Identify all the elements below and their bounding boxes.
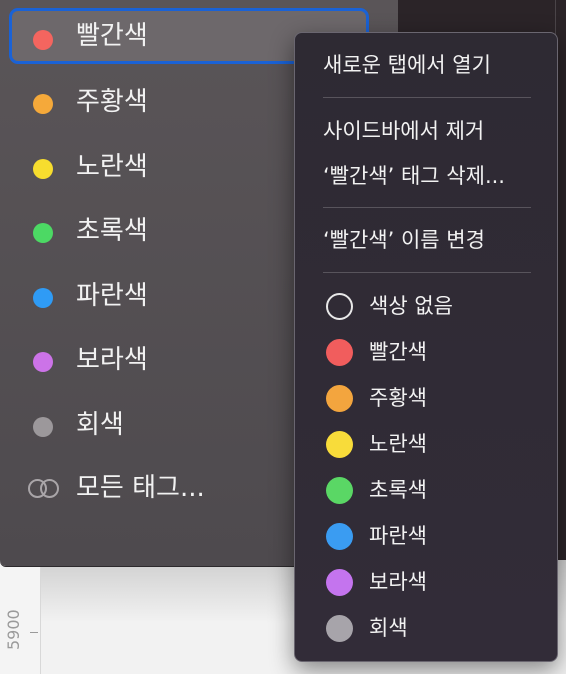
- gray-tag-dot-icon: [33, 417, 53, 437]
- menu-separator: [323, 97, 531, 98]
- menu-color-label: 회색: [369, 616, 408, 640]
- ruler-label: 5900: [4, 609, 23, 651]
- menu-item-remove-from-sidebar[interactable]: 사이드바에서 제거: [323, 117, 484, 145]
- blue-tag-dot-icon: [33, 288, 53, 308]
- menu-color-label: 빨간색: [369, 340, 427, 364]
- sidebar-item-label: 노란색: [76, 152, 148, 182]
- blue-color-circle-icon: [326, 523, 353, 550]
- sidebar-item-label: 빨간색: [76, 21, 148, 51]
- orange-tag-dot-icon: [33, 94, 53, 114]
- context-menu: 새로운 탭에서 열기 사이드바에서 제거 ‘빨간색’ 태그 삭제... ‘빨간색…: [294, 32, 558, 662]
- red-tag-dot-icon: [33, 30, 53, 50]
- green-tag-dot-icon: [33, 223, 53, 243]
- menu-item-rename-tag[interactable]: ‘빨간색’ 이름 변경: [323, 226, 485, 254]
- sidebar-item-label: 초록색: [76, 216, 148, 246]
- sidebar-item-label: 보라색: [76, 345, 148, 375]
- sidebar-item-label: 모든 태그...: [76, 473, 205, 503]
- purple-color-circle-icon: [326, 569, 353, 596]
- menu-separator: [323, 207, 531, 208]
- yellow-color-circle-icon: [326, 431, 353, 458]
- gray-color-circle-icon: [326, 615, 353, 642]
- sidebar-item-label: 파란색: [76, 281, 148, 311]
- yellow-tag-dot-icon: [33, 159, 53, 179]
- menu-color-label: 파란색: [369, 524, 427, 548]
- menu-color-label: 초록색: [369, 478, 427, 502]
- menu-separator: [323, 272, 531, 273]
- orange-color-circle-icon: [326, 385, 353, 412]
- no-color-circle-icon: [326, 293, 353, 320]
- purple-tag-dot-icon: [33, 352, 53, 372]
- sidebar-item-label: 주황색: [76, 87, 148, 117]
- menu-color-label: 노란색: [369, 432, 427, 456]
- menu-color-label: 주황색: [369, 386, 427, 410]
- green-color-circle-icon: [326, 477, 353, 504]
- sidebar-item-label: 회색: [76, 410, 124, 440]
- ruler-tick: [30, 632, 38, 633]
- menu-item-open-new-tab[interactable]: 새로운 탭에서 열기: [323, 51, 491, 79]
- menu-color-label: 보라색: [369, 570, 427, 594]
- menu-item-delete-tag[interactable]: ‘빨간색’ 태그 삭제...: [323, 162, 505, 190]
- all-tags-icon: [28, 479, 62, 501]
- menu-color-label: 색상 없음: [369, 294, 453, 318]
- red-color-circle-icon: [326, 339, 353, 366]
